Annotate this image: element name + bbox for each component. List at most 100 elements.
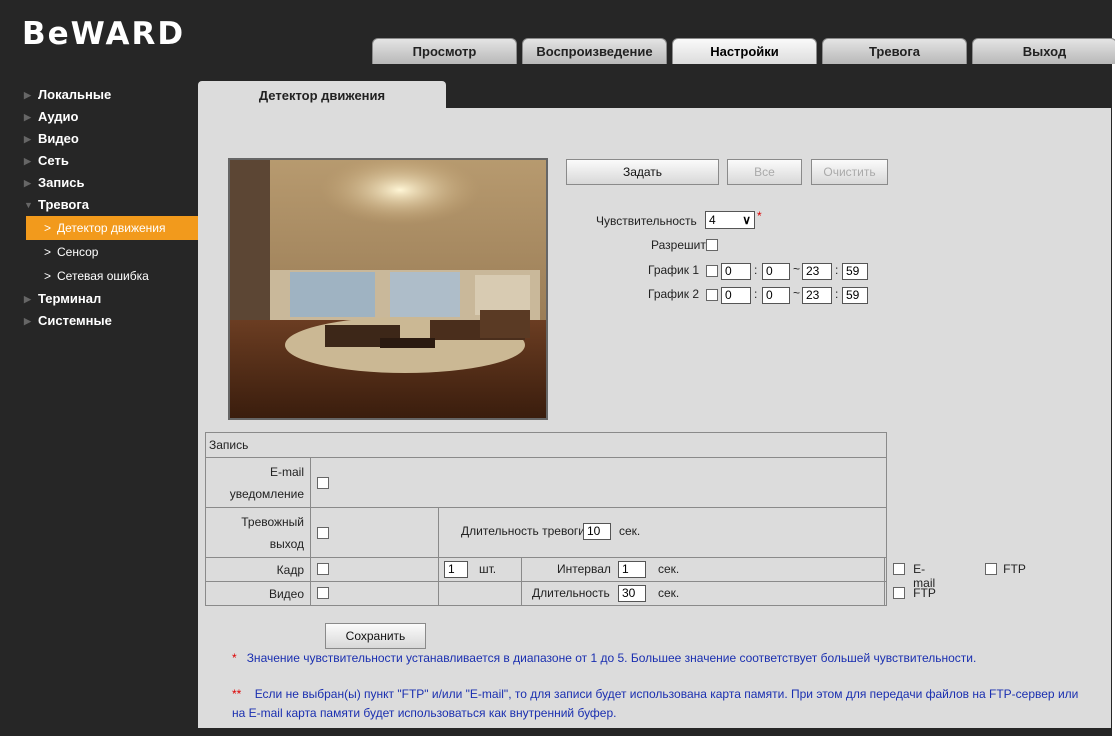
- alarm-duration-cell: Длительность тревоги 10 сек.: [438, 507, 887, 558]
- alarm-out-checkbox[interactable]: [317, 527, 329, 539]
- chevron-right-icon: >: [44, 269, 52, 283]
- note-sensitivity-text: Значение чувствительности устанавливаетс…: [246, 651, 977, 665]
- sensitivity-select[interactable]: 4 ∨: [705, 211, 755, 229]
- video-duration-label: Длительность: [532, 586, 610, 600]
- schedule2-end-hour[interactable]: 23: [802, 287, 832, 304]
- sidebar-item-record[interactable]: ▶ Запись: [22, 172, 198, 194]
- frame-email-checkbox[interactable]: [893, 563, 906, 575]
- sidebar-item-motion-detector[interactable]: > Детектор движения: [26, 216, 198, 240]
- colon: :: [754, 263, 758, 277]
- interval-unit: сек.: [658, 562, 680, 576]
- sidebar-item-label: Сетевая ошибка: [57, 269, 149, 283]
- note-storage-line1: ** Если не выбран(ы) пункт "FTP" и/или "…: [232, 687, 1078, 701]
- schedule2-start-hour[interactable]: 0: [721, 287, 751, 304]
- tilde: ~: [793, 262, 801, 276]
- video-checkbox[interactable]: [317, 587, 329, 599]
- tab-playback[interactable]: Воспроизведение: [522, 38, 667, 64]
- colon: :: [835, 263, 839, 277]
- email-notify-cell: [310, 457, 887, 508]
- colon: :: [754, 287, 758, 301]
- clear-button[interactable]: Очистить: [811, 159, 888, 185]
- schedule2-label: График 2: [648, 287, 700, 301]
- schedule2-start-minute[interactable]: 0: [762, 287, 790, 304]
- email-notify-checkbox[interactable]: [317, 477, 329, 489]
- sidebar-item-label: Локальные: [38, 87, 112, 102]
- schedule1-start-minute[interactable]: 0: [762, 263, 790, 280]
- sidebar-item-network-error[interactable]: > Сетевая ошибка: [26, 264, 198, 288]
- note-star: *: [232, 651, 237, 665]
- camera-image: [230, 160, 546, 418]
- frame-cell: [310, 557, 439, 582]
- sidebar-item-video[interactable]: ▶ Видео: [22, 128, 198, 150]
- schedule1-checkbox[interactable]: [706, 265, 718, 277]
- frame-count-input[interactable]: 1: [444, 561, 468, 578]
- note-star: **: [232, 687, 242, 701]
- email-notify-label-line1: E-mail: [269, 464, 304, 479]
- tab-settings[interactable]: Настройки: [672, 38, 817, 64]
- interval-input[interactable]: 1: [618, 561, 646, 578]
- video-duration-cell: Длительность 30 сек.: [520, 581, 886, 606]
- interval-cell: Интервал 1 сек.: [520, 557, 886, 582]
- tab-view[interactable]: Просмотр: [372, 38, 517, 64]
- interval-label: Интервал: [557, 562, 611, 576]
- schedule1-end-minute[interactable]: 59: [842, 263, 868, 280]
- sidebar-item-label: Детектор движения: [57, 221, 166, 235]
- note-storage-text: Если не выбран(ы) пункт "FTP" и/или "E-m…: [254, 687, 1079, 701]
- sidebar-item-label: Системные: [38, 313, 112, 328]
- schedule1-end-hour[interactable]: 23: [802, 263, 832, 280]
- video-empty-cell: [438, 581, 522, 606]
- alarm-duration-label: Длительность тревоги: [461, 524, 585, 538]
- schedule2-checkbox[interactable]: [706, 289, 718, 301]
- sidebar-item-alarm[interactable]: ▼ Тревога: [22, 194, 198, 216]
- sidebar-item-network[interactable]: ▶ Сеть: [22, 150, 198, 172]
- note-sensitivity: * Значение чувствительности устанавливае…: [232, 651, 976, 665]
- triangle-right-icon: ▶: [24, 316, 31, 326]
- alarm-duration-input[interactable]: 10: [583, 523, 611, 540]
- frame-count-unit: шт.: [479, 562, 497, 576]
- select-all-button[interactable]: Все: [727, 159, 802, 185]
- record-header: Запись: [205, 432, 887, 458]
- frame-label: Кадр: [205, 557, 311, 582]
- record-table: Запись E-mail уведомление Тревожный выхо…: [205, 432, 1026, 606]
- chevron-right-icon: >: [44, 221, 52, 235]
- triangle-right-icon: ▶: [24, 178, 31, 188]
- video-ftp-label: FTP: [913, 586, 936, 600]
- note-storage-line2: на E-mail карта памяти будет использоват…: [232, 706, 617, 720]
- tab-exit[interactable]: Выход: [972, 38, 1115, 64]
- tilde: ~: [793, 286, 801, 300]
- sidebar-item-label: Терминал: [38, 291, 102, 306]
- schedule2-end-minute[interactable]: 59: [842, 287, 868, 304]
- schedule1-start-hour[interactable]: 0: [721, 263, 751, 280]
- enable-label: Разрешить: [651, 238, 713, 252]
- alarm-out-label-line1: Тревожный: [241, 514, 304, 529]
- email-notify-label: E-mail уведомление: [205, 457, 311, 508]
- frame-checkbox[interactable]: [317, 563, 329, 575]
- set-button[interactable]: Задать: [566, 159, 719, 185]
- frame-ftp-checkbox[interactable]: [985, 563, 998, 575]
- chevron-down-icon: ∨: [742, 213, 751, 227]
- colon: :: [835, 287, 839, 301]
- sidebar-item-local[interactable]: ▶ Локальные: [22, 84, 198, 106]
- frame-count-cell: 1 шт.: [438, 557, 522, 582]
- sidebar-item-label: Аудио: [38, 109, 79, 124]
- sidebar-item-audio[interactable]: ▶ Аудио: [22, 106, 198, 128]
- video-duration-unit: сек.: [658, 586, 680, 600]
- chevron-right-icon: >: [44, 245, 52, 259]
- camera-preview[interactable]: [228, 158, 548, 420]
- email-notify-label-line2: уведомление: [229, 486, 304, 501]
- sidebar-item-system[interactable]: ▶ Системные: [22, 310, 198, 332]
- enable-checkbox[interactable]: [706, 239, 718, 251]
- alarm-out-cell: [310, 507, 439, 558]
- page-tab-motion-detector[interactable]: Детектор движения: [198, 81, 446, 108]
- sidebar-item-sensor[interactable]: > Сенсор: [26, 240, 198, 264]
- triangle-right-icon: ▶: [24, 90, 31, 100]
- triangle-right-icon: ▶: [24, 294, 31, 304]
- save-button[interactable]: Сохранить: [325, 623, 426, 649]
- alarm-duration-unit: сек.: [619, 524, 641, 538]
- triangle-down-icon: ▼: [24, 200, 33, 210]
- video-ftp-checkbox[interactable]: [893, 587, 906, 599]
- video-duration-input[interactable]: 30: [618, 585, 646, 602]
- sidebar-item-terminal[interactable]: ▶ Терминал: [22, 288, 198, 310]
- triangle-right-icon: ▶: [24, 156, 31, 166]
- tab-alarm[interactable]: Тревога: [822, 38, 967, 64]
